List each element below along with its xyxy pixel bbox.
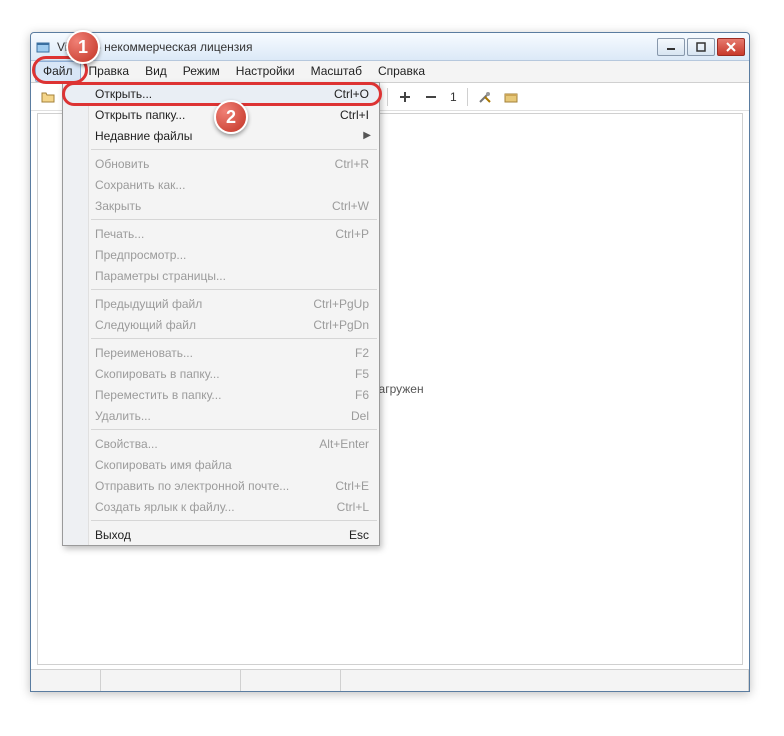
menu-справка[interactable]: Справка — [370, 61, 433, 82]
minimize-button[interactable] — [657, 38, 685, 56]
menu-item-shortcut: Ctrl+PgDn — [313, 318, 369, 332]
menu-файл[interactable]: Файл — [35, 61, 81, 82]
status-cell — [31, 670, 101, 691]
menu-item: Свойства...Alt+Enter — [63, 433, 379, 454]
zoom-in-icon[interactable] — [394, 86, 416, 108]
window-controls — [657, 38, 745, 56]
menu-item[interactable]: Открыть...Ctrl+O — [63, 83, 379, 104]
menu-item-label: Предпросмотр... — [95, 248, 369, 262]
menu-item-shortcut: Ctrl+P — [335, 227, 369, 241]
menu-separator — [91, 149, 377, 150]
tools-icon[interactable] — [474, 86, 496, 108]
menu-separator — [91, 338, 377, 339]
menu-separator — [91, 429, 377, 430]
menu-item[interactable]: Недавние файлы▶ — [63, 125, 379, 146]
menu-separator — [91, 289, 377, 290]
menu-item-shortcut: F2 — [355, 346, 369, 360]
menu-item-label: Скопировать в папку... — [95, 367, 355, 381]
toolbar-separator — [467, 88, 468, 106]
menu-separator — [91, 520, 377, 521]
titlebar: Viewer - некоммерческая лицензия — [31, 33, 749, 61]
menu-item: Предыдущий файлCtrl+PgUp — [63, 293, 379, 314]
app-icon — [35, 39, 51, 55]
menu-item-shortcut: Ctrl+R — [335, 157, 369, 171]
menu-item-shortcut: Ctrl+PgUp — [313, 297, 369, 311]
menu-правка[interactable]: Правка — [81, 61, 138, 82]
menu-item-shortcut: Esc — [349, 528, 369, 542]
menu-item-label: Следующий файл — [95, 318, 313, 332]
menu-item[interactable]: Открыть папку...Ctrl+I — [63, 104, 379, 125]
status-cell — [101, 670, 241, 691]
menu-item: Следующий файлCtrl+PgDn — [63, 314, 379, 335]
menu-item: Сохранить как... — [63, 174, 379, 195]
menu-item-label: Отправить по электронной почте... — [95, 479, 335, 493]
status-cell — [241, 670, 341, 691]
menu-item: Переименовать...F2 — [63, 342, 379, 363]
menu-item-shortcut: Ctrl+O — [334, 87, 369, 101]
menu-item-label: Скопировать имя файла — [95, 458, 369, 472]
maximize-button[interactable] — [687, 38, 715, 56]
zoom-level: 1 — [446, 90, 461, 104]
menu-item-label: Свойства... — [95, 437, 319, 451]
menu-масштаб[interactable]: Масштаб — [303, 61, 370, 82]
menu-item-shortcut: Ctrl+E — [335, 479, 369, 493]
menu-item: Скопировать в папку...F5 — [63, 363, 379, 384]
menu-item-label: Открыть папку... — [95, 108, 340, 122]
menu-item: Создать ярлык к файлу...Ctrl+L — [63, 496, 379, 517]
menu-item-shortcut: Ctrl+W — [332, 199, 369, 213]
menu-item-shortcut: F6 — [355, 388, 369, 402]
submenu-arrow-icon: ▶ — [363, 130, 371, 141]
menu-item-label: Создать ярлык к файлу... — [95, 500, 337, 514]
menu-item-label: Удалить... — [95, 409, 351, 423]
menu-item: Удалить...Del — [63, 405, 379, 426]
menu-item-shortcut: Ctrl+L — [337, 500, 369, 514]
menu-item-label: Переименовать... — [95, 346, 355, 360]
menu-настройки[interactable]: Настройки — [228, 61, 303, 82]
menu-item-label: Предыдущий файл — [95, 297, 313, 311]
menu-item-label: Сохранить как... — [95, 178, 369, 192]
menu-item-label: Открыть... — [95, 87, 334, 101]
open-icon[interactable] — [37, 86, 59, 108]
menu-item-label: Выход — [95, 528, 349, 542]
menu-item-shortcut: Alt+Enter — [319, 437, 369, 451]
menu-item: Печать...Ctrl+P — [63, 223, 379, 244]
menu-вид[interactable]: Вид — [137, 61, 175, 82]
zoom-out-icon[interactable] — [420, 86, 442, 108]
menubar: ФайлПравкаВидРежимНастройкиМасштабСправк… — [31, 61, 749, 83]
menu-item: Скопировать имя файла — [63, 454, 379, 475]
menu-item-label: Закрыть — [95, 199, 332, 213]
menu-item-shortcut: Del — [351, 409, 369, 423]
menu-separator — [91, 219, 377, 220]
package-icon[interactable] — [500, 86, 522, 108]
status-cell — [341, 670, 749, 691]
menu-item: ЗакрытьCtrl+W — [63, 195, 379, 216]
menu-режим[interactable]: Режим — [175, 61, 228, 82]
menu-item-shortcut: F5 — [355, 367, 369, 381]
menu-item: Параметры страницы... — [63, 265, 379, 286]
menu-item[interactable]: ВыходEsc — [63, 524, 379, 545]
menu-item-label: Обновить — [95, 157, 335, 171]
statusbar — [31, 669, 749, 691]
window-title: Viewer - некоммерческая лицензия — [57, 40, 657, 54]
file-menu-dropdown: Открыть...Ctrl+OОткрыть папку...Ctrl+IНе… — [62, 82, 380, 546]
menu-item-label: Недавние файлы — [95, 129, 369, 143]
toolbar-separator — [387, 88, 388, 106]
menu-item: Предпросмотр... — [63, 244, 379, 265]
menu-item-label: Параметры страницы... — [95, 269, 369, 283]
close-button[interactable] — [717, 38, 745, 56]
menu-item: ОбновитьCtrl+R — [63, 153, 379, 174]
menu-item: Отправить по электронной почте...Ctrl+E — [63, 475, 379, 496]
menu-item-shortcut: Ctrl+I — [340, 108, 369, 122]
menu-item-label: Переместить в папку... — [95, 388, 355, 402]
menu-item-label: Печать... — [95, 227, 335, 241]
menu-item: Переместить в папку...F6 — [63, 384, 379, 405]
